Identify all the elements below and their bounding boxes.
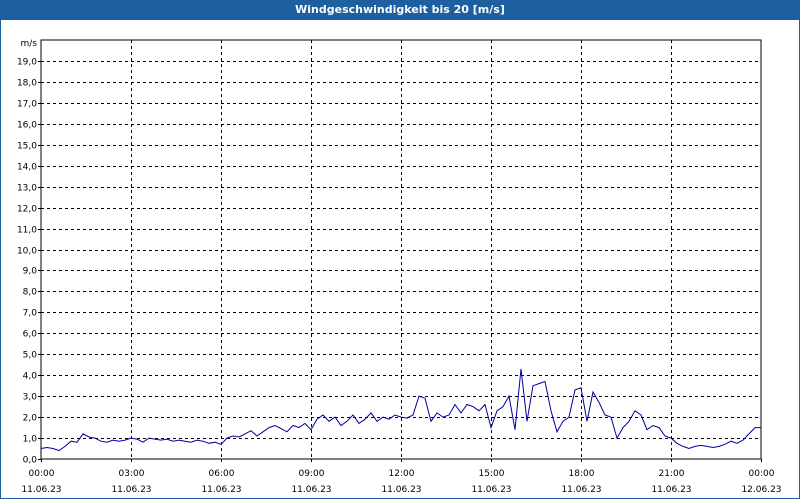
x-tick-time-label: 18:00	[569, 469, 595, 479]
x-tick-date-label: 11.06.23	[471, 485, 511, 495]
x-tick-time-label: 12:00	[389, 469, 415, 479]
y-tick-label: 6,0	[23, 330, 38, 340]
x-tick-date-label: 11.06.23	[381, 485, 421, 495]
y-tick-label: 17,0	[17, 100, 37, 110]
y-tick-label: 13,0	[17, 184, 37, 194]
y-tick-label: 8,0	[23, 288, 38, 298]
y-tick-label: 7,0	[23, 309, 38, 319]
x-tick-date-label: 11.06.23	[561, 485, 601, 495]
y-tick-label: 4,0	[23, 372, 38, 382]
y-tick-label: 14,0	[17, 163, 37, 173]
x-tick-time-label: 09:00	[299, 469, 325, 479]
y-tick-label: 5,0	[23, 351, 38, 361]
y-tick-label: 9,0	[23, 267, 38, 277]
y-tick-label: 16,0	[17, 121, 37, 131]
x-tick-date-label: 12.06.23	[741, 485, 781, 495]
y-axis-label: m/s	[21, 39, 38, 49]
x-tick-date-label: 11.06.23	[21, 485, 61, 495]
y-tick-label: 2,0	[23, 414, 38, 424]
x-tick-time-label: 15:00	[479, 469, 505, 479]
y-tick-label: 12,0	[17, 205, 37, 215]
y-tick-label: 0,0	[23, 456, 38, 466]
y-tick-label: 1,0	[23, 435, 38, 445]
y-tick-label: 19,0	[17, 58, 37, 68]
x-tick-time-label: 00:00	[749, 469, 775, 479]
x-tick-date-label: 11.06.23	[111, 485, 151, 495]
x-tick-time-label: 21:00	[659, 469, 685, 479]
y-tick-label: 10,0	[17, 247, 37, 257]
x-tick-time-label: 00:00	[29, 469, 55, 479]
chart-title: Windgeschwindigkeit bis 20 [m/s]	[0, 0, 800, 20]
x-tick-date-label: 11.06.23	[201, 485, 241, 495]
x-tick-date-label: 11.06.23	[291, 485, 331, 495]
y-tick-label: 3,0	[23, 393, 38, 403]
wind-speed-chart: 0,0 1,0 2,0 3,0 4,0 5,0 6,0 7,0 8,0 9,0 10,0 11,0 12…	[17, 39, 782, 495]
x-tick-time-label: 03:00	[119, 469, 145, 479]
y-tick-label: 18,0	[17, 79, 37, 89]
y-tick-label: 11,0	[17, 226, 37, 236]
x-tick-time-label: 06:00	[209, 469, 235, 479]
x-tick-date-label: 11.06.23	[651, 485, 691, 495]
chart-frame: 0,0 1,0 2,0 3,0 4,0 5,0 6,0 7,0 8,0 9,0 10,0 11,0 12…	[0, 20, 800, 499]
y-tick-label: 15,0	[17, 142, 37, 152]
